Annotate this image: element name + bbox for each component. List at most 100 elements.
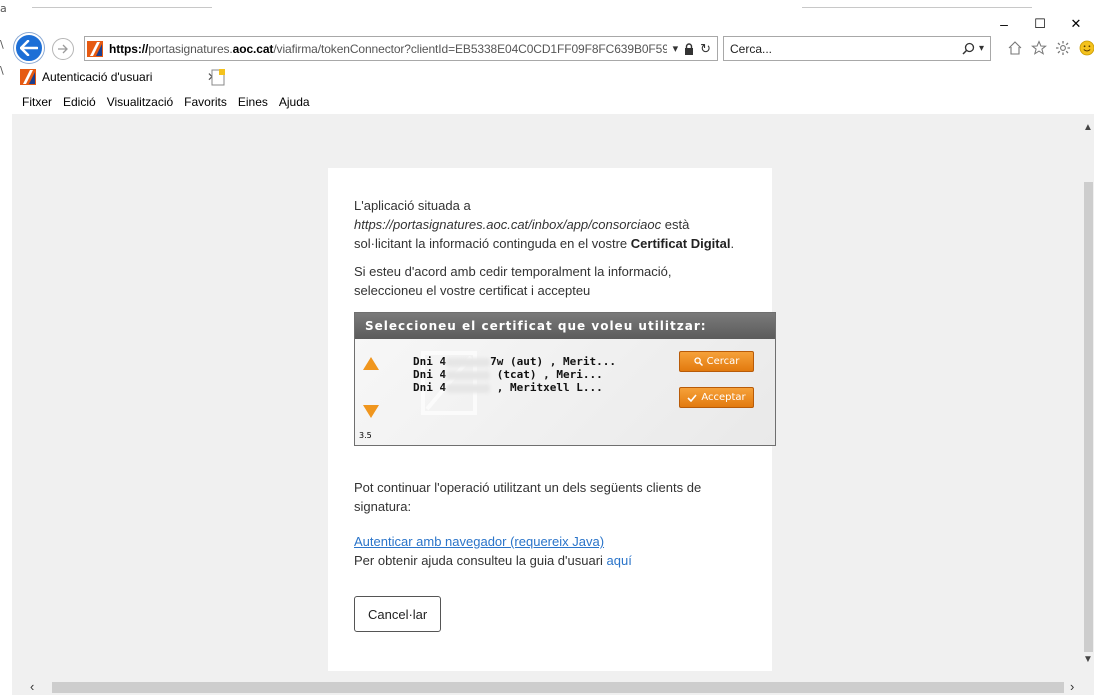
address-bar[interactable]: https://portasignatures.aoc.cat/viafirma… xyxy=(84,36,718,61)
back-button[interactable] xyxy=(14,33,44,63)
certificate-item[interactable]: Dni 4 , Meritxell L... xyxy=(413,381,616,394)
favorites-button[interactable] xyxy=(1029,38,1049,58)
close-icon: ✕ xyxy=(1070,16,1082,31)
menu-bar: Fitxer Edició Visualització Favorits Ein… xyxy=(12,92,1094,112)
title-strip xyxy=(12,0,1094,12)
agree-text: seleccioneu el vostre certificat i accep… xyxy=(354,283,591,298)
certificate-applet: Seleccioneu el certificat que voleu util… xyxy=(354,312,776,446)
browser-auth-link[interactable]: Autenticar amb navegador (requereix Java… xyxy=(354,534,604,549)
search-icon[interactable] xyxy=(962,42,975,55)
cert-prefix: Dni 4 xyxy=(413,381,447,394)
search-dropdown-icon[interactable]: ▾ xyxy=(979,43,984,54)
cert-suffix: 7w (aut) , Merit... xyxy=(490,355,616,368)
menu-item-view[interactable]: Visualització xyxy=(107,95,173,109)
continue-text: Pot continuar l'operació utilitzant un d… xyxy=(354,480,702,495)
tab-bar: Autenticació d'usuari ✕ xyxy=(12,63,1094,89)
edge-glyph: a xyxy=(0,2,7,15)
cert-prefix: Dni 4 xyxy=(413,368,447,381)
search-tools: ▾ xyxy=(962,42,990,55)
accept-certificate-button[interactable]: Acceptar xyxy=(679,387,754,408)
url-domain: aoc.cat xyxy=(232,41,274,56)
browser-link-row: Autenticar amb navegador (requereix Java… xyxy=(354,532,746,551)
menu-item-help[interactable]: Ajuda xyxy=(279,95,310,109)
intro-text: L'aplicació situada a xyxy=(354,198,471,213)
browser-tools xyxy=(1005,38,1094,58)
url-dropdown-icon[interactable]: ▾ xyxy=(673,42,679,55)
star-icon xyxy=(1031,40,1047,55)
applet-header: Seleccioneu el certificat que voleu util… xyxy=(355,313,775,339)
minimize-icon: – xyxy=(1000,16,1008,32)
auth-card: L'aplicació situada a https://portasigna… xyxy=(328,168,776,671)
settings-button[interactable] xyxy=(1053,38,1073,58)
forward-button[interactable] xyxy=(52,38,74,60)
url-host-prefix: portasignatures. xyxy=(148,41,233,56)
search-box[interactable]: Cerca... ▾ xyxy=(723,36,991,61)
scroll-left-arrow-icon[interactable]: ‹ xyxy=(30,679,34,695)
horizontal-scroll-thumb[interactable] xyxy=(52,682,1064,693)
intro-text: sol·licitant la informació continguda en… xyxy=(354,236,631,251)
search-input[interactable]: Cerca... xyxy=(730,42,962,56)
menu-item-file[interactable]: Fitxer xyxy=(22,95,52,109)
after-applet: Pot continuar l'operació utilitzant un d… xyxy=(354,478,746,632)
cert-suffix: (tcat) , Meri... xyxy=(490,368,603,381)
continue-text: signatura: xyxy=(354,499,412,514)
scroll-up-arrow-icon[interactable]: ▲ xyxy=(1082,122,1094,133)
accept-button-label: Acceptar xyxy=(701,392,746,403)
certificate-item[interactable]: Dni 4 (tcat) , Meri... xyxy=(413,368,616,381)
menu-item-favorites[interactable]: Favorits xyxy=(184,95,227,109)
redacted-text xyxy=(446,383,491,393)
edge-glyph: \ xyxy=(0,64,4,77)
scroll-right-arrow-icon[interactable]: › xyxy=(1070,679,1074,695)
redacted-text xyxy=(446,357,491,367)
tab-authentication[interactable]: Autenticació d'usuari ✕ xyxy=(16,65,224,89)
certificate-item[interactable]: Dni 4 7w (aut) , Merit... xyxy=(413,355,616,368)
help-link[interactable]: aquí xyxy=(607,553,632,568)
title-line xyxy=(32,7,212,8)
search-certificate-button[interactable]: Cercar xyxy=(679,351,754,372)
arrow-left-icon xyxy=(20,40,38,56)
home-button[interactable] xyxy=(1005,38,1025,58)
certificate-list: Dni 4 7w (aut) , Merit... Dni 4 (tcat) , … xyxy=(413,355,616,394)
checkmark-icon xyxy=(687,393,697,402)
maximize-icon: ☐ xyxy=(1034,16,1046,31)
cert-suffix: , Meritxell L... xyxy=(490,381,603,394)
scroll-down-arrow-icon[interactable]: ▼ xyxy=(1082,654,1094,665)
applet-body: Dni 4 7w (aut) , Merit... Dni 4 (tcat) , … xyxy=(355,339,775,445)
tab-title: Autenticació d'usuari xyxy=(42,70,153,84)
redacted-text xyxy=(446,370,491,380)
refresh-icon[interactable]: ↻ xyxy=(700,41,711,57)
cancel-button[interactable]: Cancel·lar xyxy=(354,596,442,632)
vertical-scrollbar[interactable]: ▲ ▼ xyxy=(1082,114,1094,679)
certificate-label: Certificat Digital xyxy=(630,236,731,251)
app-url: https://portasignatures.aoc.cat/inbox/ap… xyxy=(354,217,662,232)
cert-prefix: Dni 4 xyxy=(413,355,447,368)
vertical-scroll-thumb[interactable] xyxy=(1084,182,1093,652)
new-tab-button[interactable] xyxy=(208,67,228,87)
agree-text: Si esteu d'acord amb cedir temporalment … xyxy=(354,264,672,279)
agree-paragraph: Si esteu d'acord amb cedir temporalment … xyxy=(354,262,746,300)
scroll-down-icon[interactable] xyxy=(363,405,379,418)
arrow-right-icon xyxy=(58,44,68,54)
url-scheme: https:// xyxy=(109,41,149,56)
new-tab-icon xyxy=(211,69,225,86)
scroll-up-icon[interactable] xyxy=(363,357,379,370)
applet-container: Seleccioneu el certificat que voleu util… xyxy=(354,312,798,454)
navigation-bar: https://portasignatures.aoc.cat/viafirma… xyxy=(12,33,1094,63)
help-paragraph: Per obtenir ajuda consulteu la guia d'us… xyxy=(354,551,746,570)
title-line xyxy=(802,7,1032,8)
page-viewport: L'aplicació situada a https://portasigna… xyxy=(12,114,1082,679)
horizontal-scrollbar[interactable]: ‹ › xyxy=(12,679,1094,695)
feedback-button[interactable] xyxy=(1077,38,1094,58)
url-text[interactable]: https://portasignatures.aoc.cat/viafirma… xyxy=(109,42,667,56)
search-icon xyxy=(693,357,703,366)
intro-paragraph: L'aplicació situada a https://portasigna… xyxy=(354,196,746,253)
gear-icon xyxy=(1056,41,1070,55)
smiley-icon xyxy=(1079,40,1094,56)
applet-version: 3.5 xyxy=(359,431,372,440)
help-text: Per obtenir ajuda consulteu la guia d'us… xyxy=(354,553,607,568)
intro-text: . xyxy=(730,236,735,251)
menu-item-tools[interactable]: Eines xyxy=(238,95,268,109)
lock-icon[interactable] xyxy=(684,42,694,55)
search-button-label: Cercar xyxy=(706,356,740,367)
menu-item-edit[interactable]: Edició xyxy=(63,95,96,109)
